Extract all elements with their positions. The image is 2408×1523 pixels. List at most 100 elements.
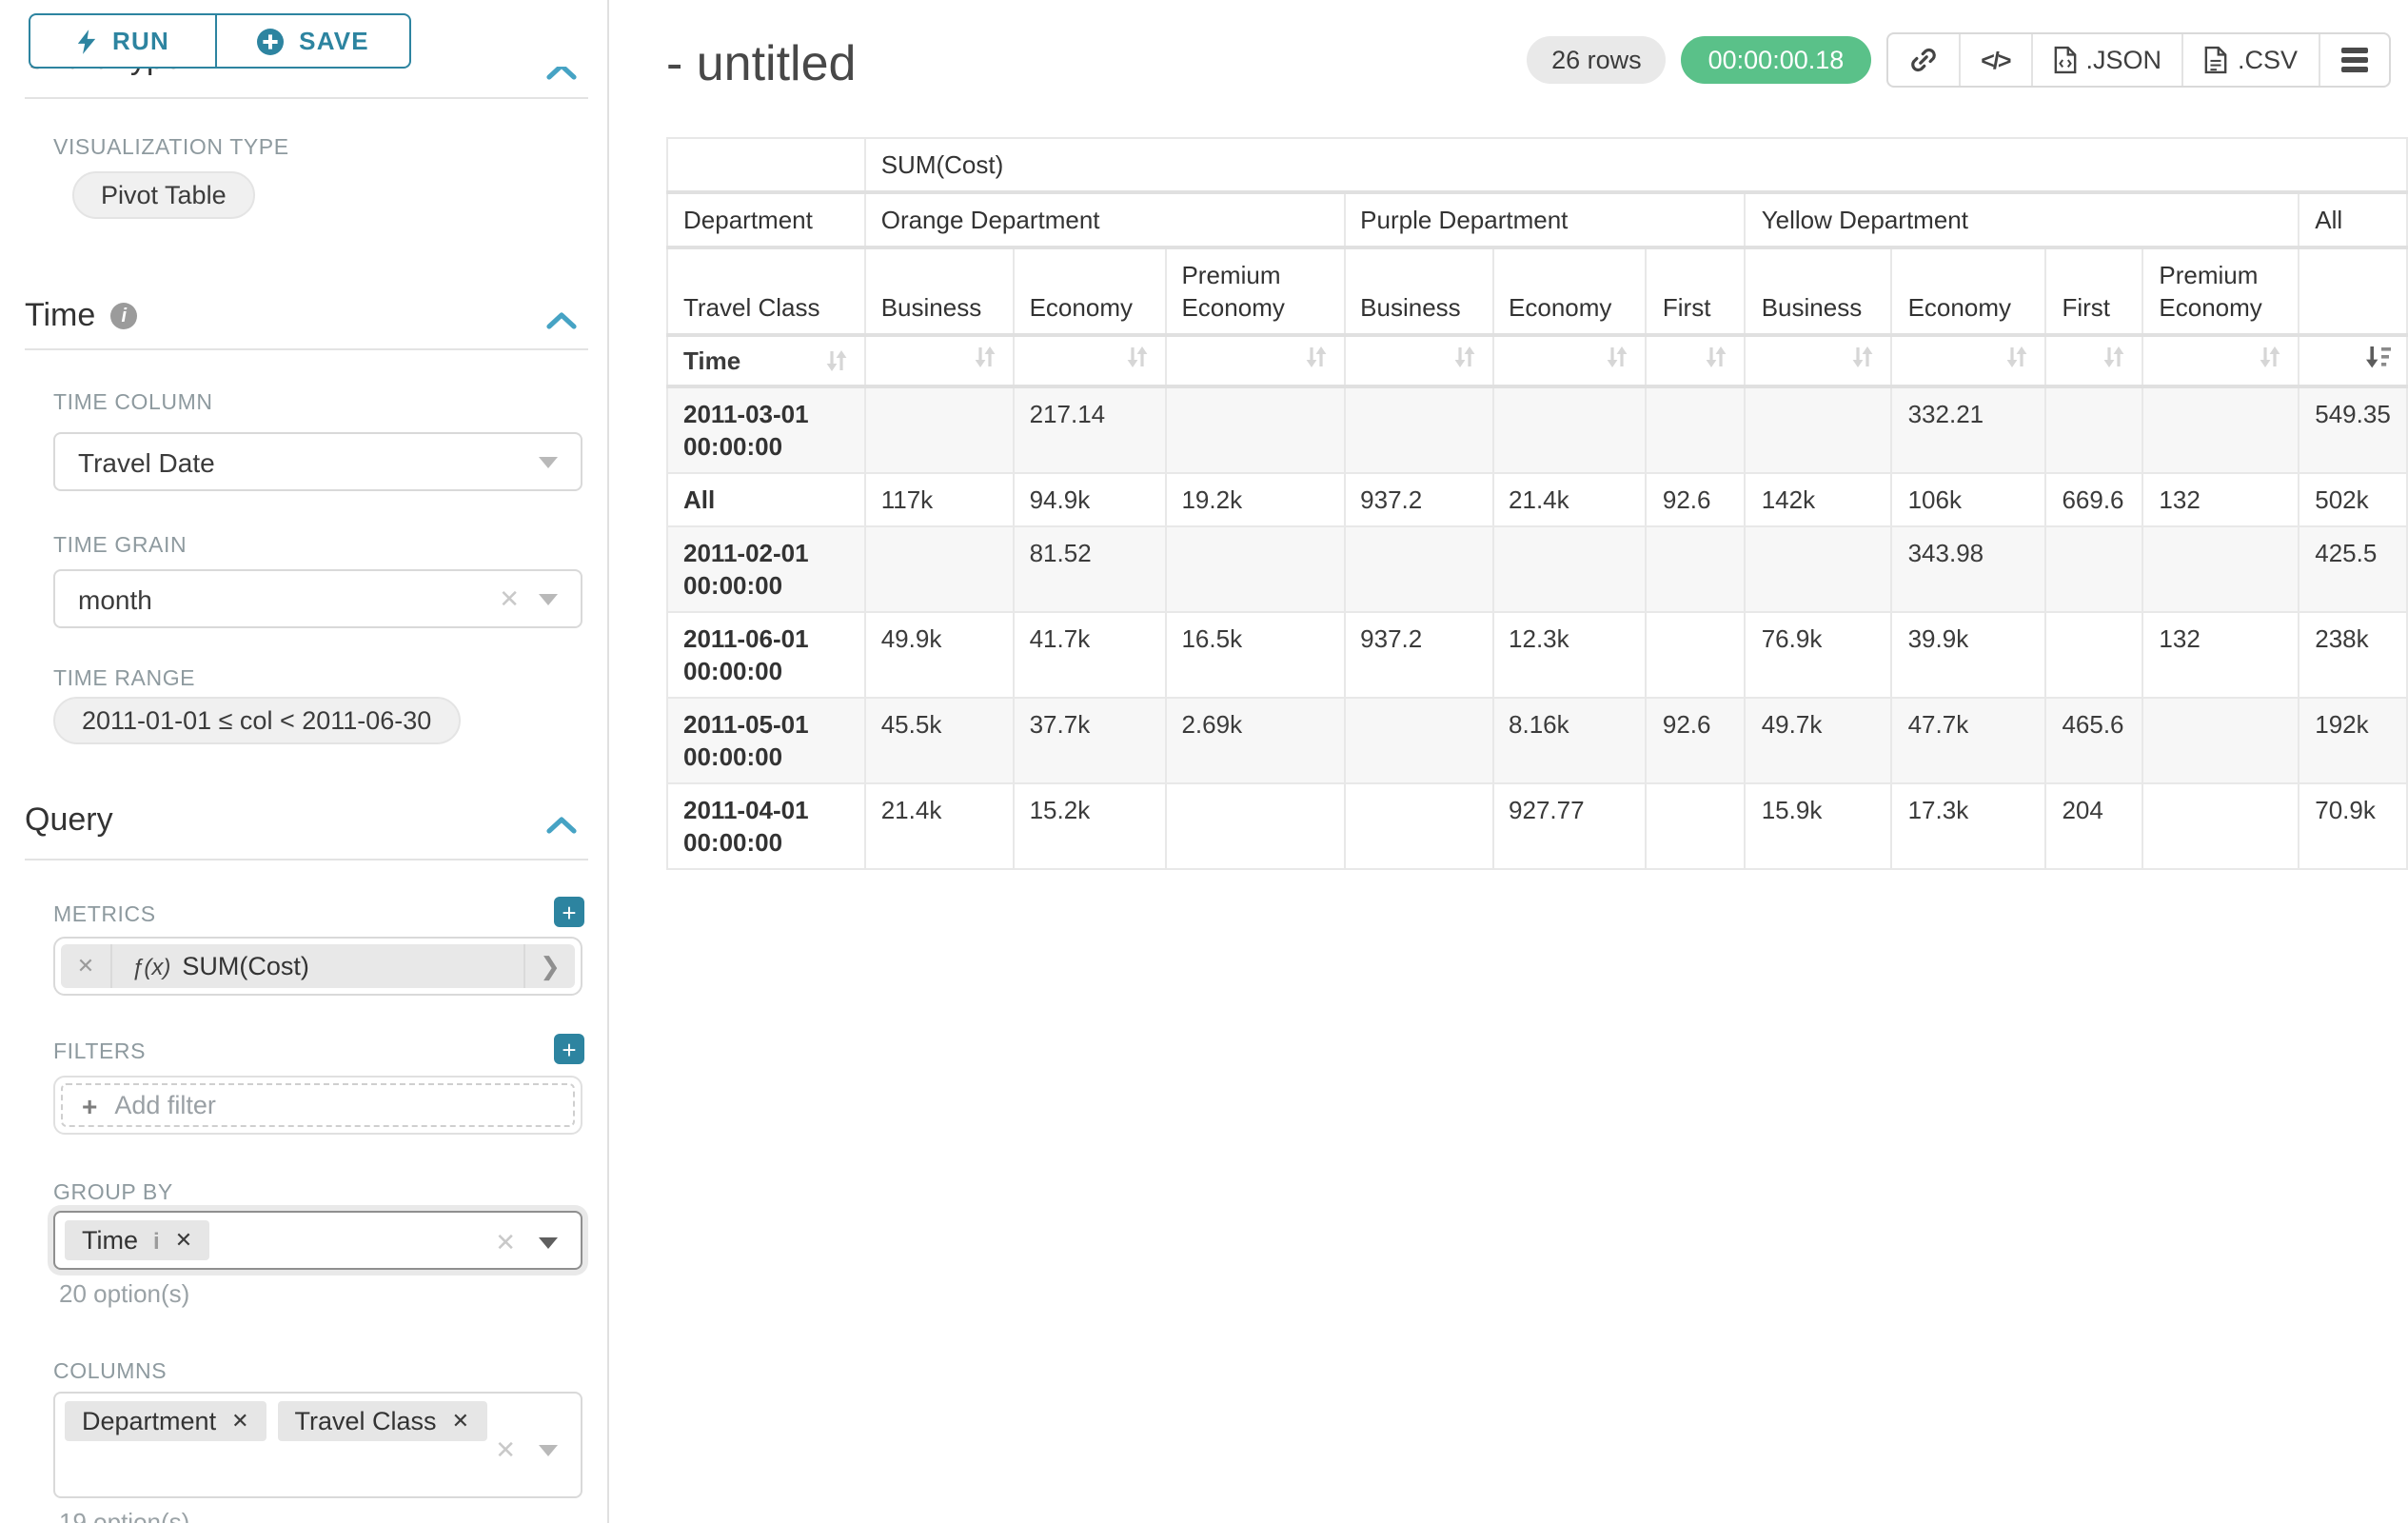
travel-class-header: Business xyxy=(1344,247,1492,335)
time-range-label: TIME RANGE xyxy=(53,668,195,691)
remove-metric-icon[interactable]: ✕ xyxy=(61,944,112,988)
results-toolbar: 26 rows 00:00:00.18 </> xyxy=(1527,32,2391,88)
value-cell: 41.7k xyxy=(1014,612,1166,698)
sort-icon[interactable] xyxy=(1303,345,1328,369)
department-group-header: All xyxy=(2299,192,2407,247)
value-cell xyxy=(865,526,1014,612)
travel-class-header: First xyxy=(1647,247,1746,335)
embed-code-button[interactable]: </> xyxy=(1958,34,2030,86)
sort-icon[interactable] xyxy=(1451,345,1476,369)
chip-label: Department xyxy=(82,1407,216,1435)
time-collapse-chevron-icon[interactable] xyxy=(546,305,577,339)
chip-label: Time xyxy=(82,1226,138,1255)
run-button-label: RUN xyxy=(112,27,169,55)
value-cell xyxy=(1647,783,1746,869)
run-button[interactable]: RUN xyxy=(29,13,217,69)
value-cell: 106k xyxy=(1892,473,2046,526)
sort-icon[interactable] xyxy=(1124,345,1149,369)
sort-icon[interactable] xyxy=(1606,345,1630,369)
copy-link-button[interactable] xyxy=(1887,34,1958,86)
plus-circle-icon xyxy=(257,28,284,54)
value-cell xyxy=(1647,386,1746,473)
remove-chip-icon[interactable]: ✕ xyxy=(175,1228,192,1253)
value-cell xyxy=(1492,526,1647,612)
chip-label: Travel Class xyxy=(295,1407,437,1435)
value-cell: 192k xyxy=(2299,698,2407,783)
time-column-label: TIME COLUMN xyxy=(53,392,213,415)
value-cell xyxy=(1746,386,1892,473)
value-cell: 94.9k xyxy=(1014,473,1166,526)
value-cell xyxy=(1492,386,1647,473)
value-cell: 45.5k xyxy=(865,698,1014,783)
sort-icon[interactable] xyxy=(824,348,849,373)
section-divider xyxy=(25,97,588,99)
sort-cell xyxy=(865,335,1014,386)
value-cell xyxy=(1344,386,1492,473)
sort-cell xyxy=(1746,335,1892,386)
section-divider xyxy=(25,859,588,860)
value-cell: 217.14 xyxy=(1014,386,1166,473)
chevron-right-icon[interactable]: ❯ xyxy=(523,944,575,988)
group-by-label: GROUP BY xyxy=(53,1182,173,1205)
export-json-button[interactable]: .JSON xyxy=(2030,34,2182,86)
export-button-group: </> .JSON xyxy=(1885,32,2391,88)
value-cell xyxy=(1344,526,1492,612)
chevron-down-icon xyxy=(539,1237,558,1249)
time-column-select[interactable]: Travel Date xyxy=(53,432,582,491)
travel-class-header: Premium Economy xyxy=(2142,247,2299,335)
add-filter-button[interactable]: + Add filter xyxy=(61,1083,575,1127)
chart-area: - untitled 26 rows 00:00:00.18 </> xyxy=(609,0,2408,1523)
clear-icon[interactable]: ✕ xyxy=(495,1435,516,1466)
sort-icon[interactable] xyxy=(1705,345,1729,369)
chart-menu-button[interactable] xyxy=(2319,34,2389,86)
plus-icon: + xyxy=(82,1090,97,1120)
value-cell: 76.9k xyxy=(1746,612,1892,698)
chart-controls-panel: Chart Type RUN SAVE VISUALIZATION TYPE P… xyxy=(0,0,609,1523)
selected-value-chip[interactable]: Department ✕ xyxy=(65,1401,266,1441)
visualization-type-pill[interactable]: Pivot Table xyxy=(72,171,255,219)
time-grain-select[interactable]: month ✕ xyxy=(53,569,582,628)
group-by-select[interactable]: Timei✕ ✕ xyxy=(53,1211,582,1270)
filters-label: FILTERS xyxy=(53,1041,146,1064)
value-cell: 465.6 xyxy=(2045,698,2142,783)
value-cell: 92.6 xyxy=(1647,473,1746,526)
metric-chip[interactable]: ✕ ƒ(x) SUM(Cost) ❯ xyxy=(61,944,575,988)
travel-class-header: Economy xyxy=(1492,247,1647,335)
value-cell: 37.7k xyxy=(1014,698,1166,783)
selected-value-chip[interactable]: Timei✕ xyxy=(65,1220,209,1260)
value-cell: 81.52 xyxy=(1014,526,1166,612)
table-row: Time xyxy=(667,335,2407,386)
row-key-cell: All xyxy=(667,473,865,526)
remove-chip-icon[interactable]: ✕ xyxy=(452,1409,469,1434)
sort-desc-active-icon[interactable] xyxy=(2364,345,2391,369)
sort-icon[interactable] xyxy=(2004,345,2029,369)
value-cell: 15.2k xyxy=(1014,783,1166,869)
function-icon: ƒ(x) xyxy=(131,953,170,979)
value-cell: 49.9k xyxy=(865,612,1014,698)
add-metric-button[interactable]: + xyxy=(554,897,584,927)
value-cell: 8.16k xyxy=(1492,698,1647,783)
sort-icon[interactable] xyxy=(1851,345,1876,369)
file-csv-icon xyxy=(2205,46,2228,74)
remove-chip-icon[interactable]: ✕ xyxy=(231,1409,248,1434)
sort-icon[interactable] xyxy=(2258,345,2282,369)
add-filter-plus-button[interactable]: + xyxy=(554,1034,584,1064)
value-cell: 92.6 xyxy=(1647,698,1746,783)
table-row: DepartmentOrange DepartmentPurple Depart… xyxy=(667,192,2407,247)
value-cell: 47.7k xyxy=(1892,698,2046,783)
clear-icon[interactable]: ✕ xyxy=(495,1228,516,1258)
sort-icon[interactable] xyxy=(973,345,997,369)
selected-value-chip[interactable]: Travel Class ✕ xyxy=(278,1401,486,1441)
travel-class-header: Economy xyxy=(1014,247,1166,335)
query-collapse-chevron-icon[interactable] xyxy=(546,809,577,843)
table-row: SUM(Cost) xyxy=(667,138,2407,192)
clear-icon[interactable]: ✕ xyxy=(499,583,520,614)
sort-icon[interactable] xyxy=(2102,345,2126,369)
row-key-cell: 2011-02-01 00:00:00 xyxy=(667,526,865,612)
save-button[interactable]: SAVE xyxy=(217,13,411,69)
chart-title[interactable]: - untitled xyxy=(666,34,856,93)
time-range-pill[interactable]: 2011-01-01 ≤ col < 2011-06-30 xyxy=(53,697,460,744)
columns-select[interactable]: Department ✕ Travel Class ✕ ✕ xyxy=(53,1392,582,1498)
export-csv-button[interactable]: .CSV xyxy=(2182,34,2319,86)
pivot-table-container: SUM(Cost)DepartmentOrange DepartmentPurp… xyxy=(666,137,2408,870)
